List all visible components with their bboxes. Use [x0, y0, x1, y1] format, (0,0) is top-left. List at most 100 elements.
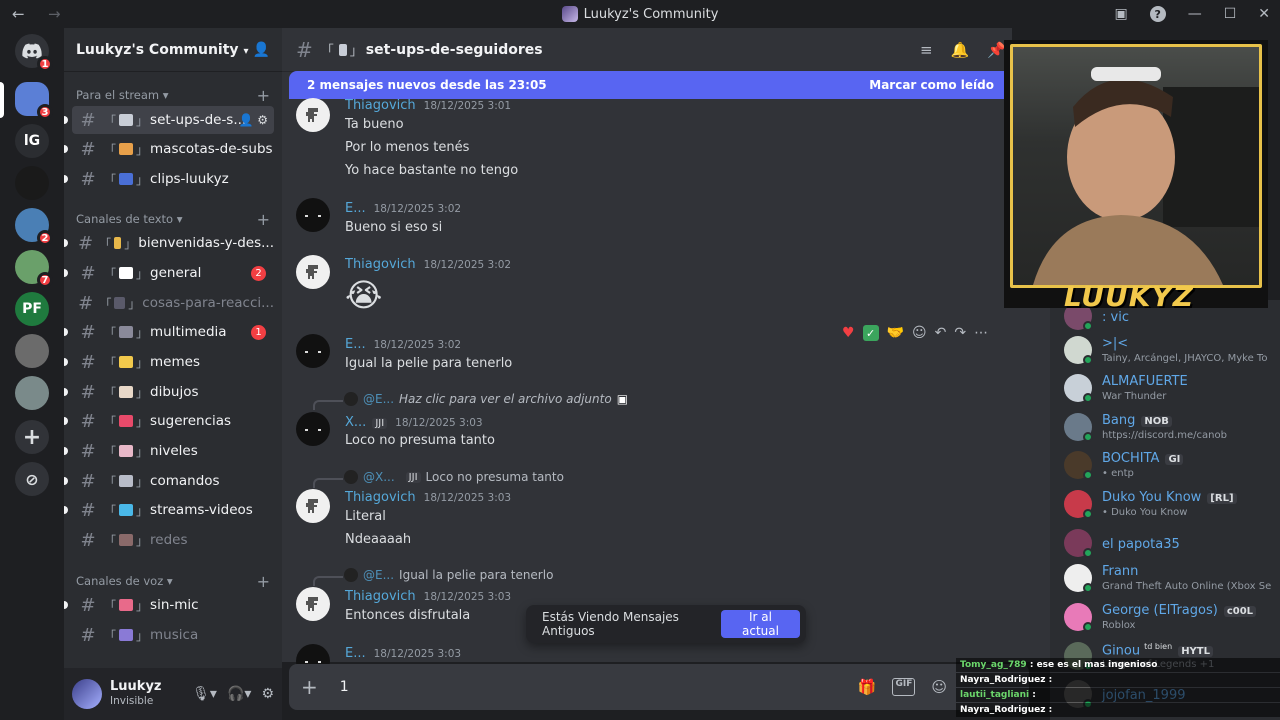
- server-icon[interactable]: 3: [15, 82, 53, 120]
- member-item[interactable]: Duko You Know [RL] • Duko You Know: [1064, 486, 1280, 526]
- threads-icon[interactable]: ≡: [920, 41, 933, 59]
- category-label: Canales de voz: [76, 574, 164, 588]
- message-author[interactable]: E...: [345, 646, 366, 661]
- home-button[interactable]: 1: [15, 34, 53, 72]
- gear-icon[interactable]: ⚙: [261, 686, 274, 702]
- channel-item[interactable]: # 「」 bienvenidas-y-des...: [64, 229, 274, 257]
- server-icon[interactable]: PF: [15, 292, 49, 326]
- member-item[interactable]: Bang NOB https://discord.me/canob: [1064, 409, 1280, 449]
- message-author[interactable]: X...: [345, 415, 366, 430]
- avatar[interactable]: [296, 98, 330, 132]
- message-input[interactable]: 1: [340, 679, 349, 695]
- channel-item[interactable]: # 「」 multimedia 1: [64, 318, 274, 346]
- category-canales-de-texto[interactable]: Canales de texto ▾ +: [76, 210, 270, 229]
- plus-icon[interactable]: +: [301, 675, 318, 699]
- forward-arrow-icon[interactable]: →: [48, 5, 72, 23]
- member-name-row: Ginou td bien HYTL: [1102, 642, 1213, 658]
- help-icon[interactable]: ?: [1149, 6, 1166, 22]
- avatar[interactable]: [296, 587, 330, 621]
- close-icon[interactable]: ✕: [1258, 6, 1270, 22]
- server-icon[interactable]: lG: [15, 124, 49, 158]
- avatar[interactable]: [296, 255, 330, 289]
- member-item[interactable]: >|< Tainy, Arcángel, JHAYCO, Myke To: [1064, 332, 1280, 372]
- channel-item[interactable]: # 「」 streams-videos: [64, 496, 274, 524]
- headphones-icon[interactable]: 🎧▾: [227, 686, 251, 702]
- sticker-icon[interactable]: ☺: [931, 678, 947, 696]
- gift-icon[interactable]: 🎁: [858, 678, 877, 696]
- category-para-el-stream[interactable]: Para el stream ▾ +: [76, 86, 270, 105]
- create-channel-icon[interactable]: +: [257, 210, 270, 229]
- channel-item[interactable]: # 「」 comandos: [64, 467, 274, 495]
- back-arrow-icon[interactable]: ←: [12, 5, 36, 23]
- member-item[interactable]: BOCHITA GI • entp: [1064, 447, 1280, 487]
- message-author[interactable]: Thiagovich: [345, 257, 416, 272]
- server-icon[interactable]: 7: [15, 250, 53, 288]
- channel-item[interactable]: # 「」 clips-luukyz: [64, 165, 274, 193]
- gif-icon[interactable]: GIF: [892, 678, 916, 696]
- reply-avatar: [344, 470, 358, 484]
- member-item[interactable]: Frann Grand Theft Auto Online (Xbox Se: [1064, 560, 1280, 600]
- reply-preview[interactable]: @E... Haz clic para ver el archivo adjunt…: [344, 392, 628, 406]
- channel-settings-icon[interactable]: 👤 ⚙: [238, 113, 268, 127]
- message-author[interactable]: Thiagovich: [345, 98, 416, 113]
- heart-reaction-icon[interactable]: ♥: [842, 325, 855, 341]
- role-tag: JJI: [372, 418, 388, 429]
- add-server-button[interactable]: +: [15, 420, 49, 454]
- check-reaction-icon[interactable]: ✓: [862, 325, 879, 341]
- jump-to-present-button[interactable]: Ir al actual: [721, 610, 800, 638]
- reply-author: @X...: [363, 470, 395, 484]
- bell-icon[interactable]: 🔔: [951, 41, 970, 59]
- server-header[interactable]: Luukyz's Community ▾ 👤: [64, 28, 282, 72]
- channel-item[interactable]: # 「」 dibujos: [64, 378, 274, 406]
- reply-icon[interactable]: ↶: [935, 325, 947, 341]
- message-composer[interactable]: + 1 🎁 GIF ☺: [289, 664, 1029, 710]
- new-messages-bar[interactable]: 2 mensajes nuevos desde las 23:05 Marcar…: [289, 71, 1012, 99]
- server-icon[interactable]: [15, 376, 49, 410]
- channel-item[interactable]: # 「」 mascotas-de-subs: [64, 135, 274, 163]
- channel-item[interactable]: # 「」 memes: [64, 348, 274, 376]
- message-author[interactable]: Thiagovich: [345, 589, 416, 604]
- channel-item[interactable]: # 「」 cosas-para-reacci...: [72, 289, 274, 317]
- unread-indicator: [64, 145, 68, 153]
- avatar[interactable]: [296, 489, 330, 523]
- avatar[interactable]: [296, 412, 330, 446]
- create-channel-icon[interactable]: +: [257, 572, 270, 591]
- member-item[interactable]: George (ElTragos) c00L Roblox: [1064, 599, 1280, 639]
- discover-button[interactable]: ⊘: [15, 462, 49, 496]
- maximize-icon[interactable]: ☐: [1224, 6, 1237, 22]
- message-text: Bueno si eso si: [345, 220, 443, 235]
- reply-spine: [313, 400, 343, 410]
- microphone-icon[interactable]: 🎙▾: [192, 686, 217, 702]
- channel-item[interactable]: # 「」 sugerencias: [64, 407, 274, 435]
- message-author[interactable]: E...: [345, 337, 366, 352]
- member-item[interactable]: el papota35: [1064, 525, 1280, 565]
- inbox-icon[interactable]: ▣: [1114, 6, 1127, 22]
- server-icon[interactable]: 2: [15, 208, 53, 246]
- channel-item[interactable]: # 「」 niveles: [64, 437, 274, 465]
- create-channel-icon[interactable]: +: [257, 86, 270, 105]
- add-reaction-icon[interactable]: ☺: [912, 325, 927, 341]
- server-icon[interactable]: [15, 334, 49, 368]
- message-author[interactable]: Thiagovich: [345, 490, 416, 505]
- avatar[interactable]: [296, 334, 330, 368]
- avatar[interactable]: [72, 679, 102, 709]
- handshake-reaction-icon[interactable]: 🤝: [887, 325, 904, 341]
- channel-item[interactable]: # 「」 musica: [72, 621, 274, 649]
- member-item[interactable]: ALMAFUERTE War Thunder: [1064, 370, 1280, 410]
- avatar[interactable]: [296, 198, 330, 232]
- channel-item[interactable]: # 「」 sin-mic: [64, 591, 274, 619]
- invite-people-icon[interactable]: 👤: [253, 42, 270, 58]
- channel-item[interactable]: # 「」 redes: [72, 526, 274, 554]
- server-icon[interactable]: [15, 166, 49, 200]
- mark-read-button[interactable]: Marcar como leído: [869, 78, 994, 92]
- message-author[interactable]: E...: [345, 201, 366, 216]
- reply-preview[interactable]: @E... Igual la pelie para tenerlo: [344, 568, 553, 582]
- channel-item[interactable]: # 「」 set-ups-de-s... 👤 ⚙: [64, 106, 274, 134]
- minimize-icon[interactable]: —: [1188, 6, 1202, 22]
- forward-icon[interactable]: ↷: [954, 325, 966, 341]
- hash-icon: #: [80, 168, 96, 190]
- channel-item[interactable]: # 「」 general 2: [64, 259, 274, 287]
- more-icon[interactable]: ⋯: [974, 325, 988, 341]
- category-canales-de-voz[interactable]: Canales de voz ▾ +: [76, 572, 270, 591]
- reply-preview[interactable]: @X... JJI Loco no presuma tanto: [344, 470, 564, 484]
